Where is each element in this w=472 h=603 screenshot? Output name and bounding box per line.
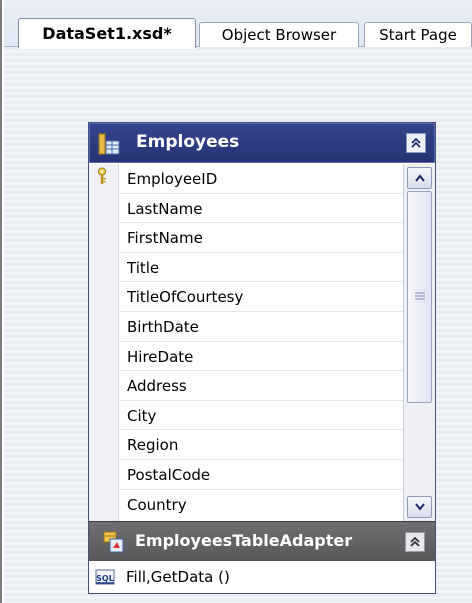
scroll-down-button[interactable] xyxy=(407,496,432,518)
column-name: HireDate xyxy=(127,347,194,366)
document-tabs: DataSet1.xsd* Object Browser Start Page xyxy=(4,0,472,49)
employees-datatable[interactable]: Employees EmployeeID LastName FirstName … xyxy=(88,122,436,594)
column-postalcode[interactable]: PostalCode xyxy=(120,460,403,490)
svg-text:SQL: SQL xyxy=(96,574,114,583)
column-list-scrollbar[interactable] xyxy=(403,164,435,521)
collapse-chevron-icon xyxy=(410,536,420,547)
table-adapter-icon xyxy=(103,531,124,553)
designer-window: DataSet1.xsd* Object Browser Start Page … xyxy=(0,0,472,603)
column-employeeid[interactable]: EmployeeID xyxy=(120,164,403,194)
collapse-table-button[interactable] xyxy=(406,133,426,153)
grip-icon xyxy=(415,292,425,300)
column-name: Country xyxy=(127,495,187,514)
column-hiredate[interactable]: HireDate xyxy=(120,342,403,372)
column-name: FirstName xyxy=(127,229,203,248)
chevron-down-icon xyxy=(414,503,425,511)
scroll-thumb[interactable] xyxy=(407,191,432,403)
tab-label: DataSet1.xsd* xyxy=(42,24,172,43)
column-list: EmployeeID LastName FirstName Title Titl… xyxy=(89,164,435,521)
datatable-header[interactable]: Employees xyxy=(89,123,435,163)
column-title[interactable]: Title xyxy=(120,253,403,283)
datatable-title: Employees xyxy=(136,132,240,152)
column-region[interactable]: Region xyxy=(120,430,403,460)
column-country[interactable]: Country xyxy=(120,490,403,520)
scroll-up-button[interactable] xyxy=(407,167,432,189)
tab-dataset1-xsd[interactable]: DataSet1.xsd* xyxy=(18,18,196,49)
column-lastname[interactable]: LastName xyxy=(120,194,403,224)
column-birthdate[interactable]: BirthDate xyxy=(120,312,403,342)
chevron-up-icon xyxy=(414,174,425,182)
column-address[interactable]: Address xyxy=(120,371,403,401)
tab-label: Start Page xyxy=(379,26,457,44)
collapse-chevron-icon xyxy=(411,137,421,148)
column-name: EmployeeID xyxy=(127,170,218,188)
primary-key-icon xyxy=(98,167,106,184)
column-name: City xyxy=(127,406,157,425)
column-titleofcourtesy[interactable]: TitleOfCourtesy xyxy=(120,282,403,312)
tab-object-browser[interactable]: Object Browser xyxy=(199,22,359,47)
column-firstname[interactable]: FirstName xyxy=(120,223,403,253)
column-name: Title xyxy=(127,258,160,277)
column-city[interactable]: City xyxy=(120,401,403,431)
sql-query-icon: SQL xyxy=(95,569,115,585)
table-adapter-query[interactable]: SQL Fill,GetData () xyxy=(89,561,435,593)
collapse-adapter-button[interactable] xyxy=(405,532,425,552)
table-adapter-header[interactable]: EmployeesTableAdapter xyxy=(89,521,435,561)
column-name: Region xyxy=(127,436,179,455)
table-adapter-title: EmployeesTableAdapter xyxy=(135,531,353,550)
datatable-icon xyxy=(98,133,120,155)
row-gutter xyxy=(89,164,119,521)
column-name: LastName xyxy=(127,199,203,218)
column-name: BirthDate xyxy=(127,318,199,336)
column-name: PostalCode xyxy=(127,466,211,484)
tab-label: Object Browser xyxy=(221,26,337,44)
column-name: Address xyxy=(127,377,187,396)
query-method-names: Fill,GetData () xyxy=(126,568,230,586)
column-name: TitleOfCourtesy xyxy=(127,288,244,307)
tab-start-page[interactable]: Start Page xyxy=(364,22,472,47)
